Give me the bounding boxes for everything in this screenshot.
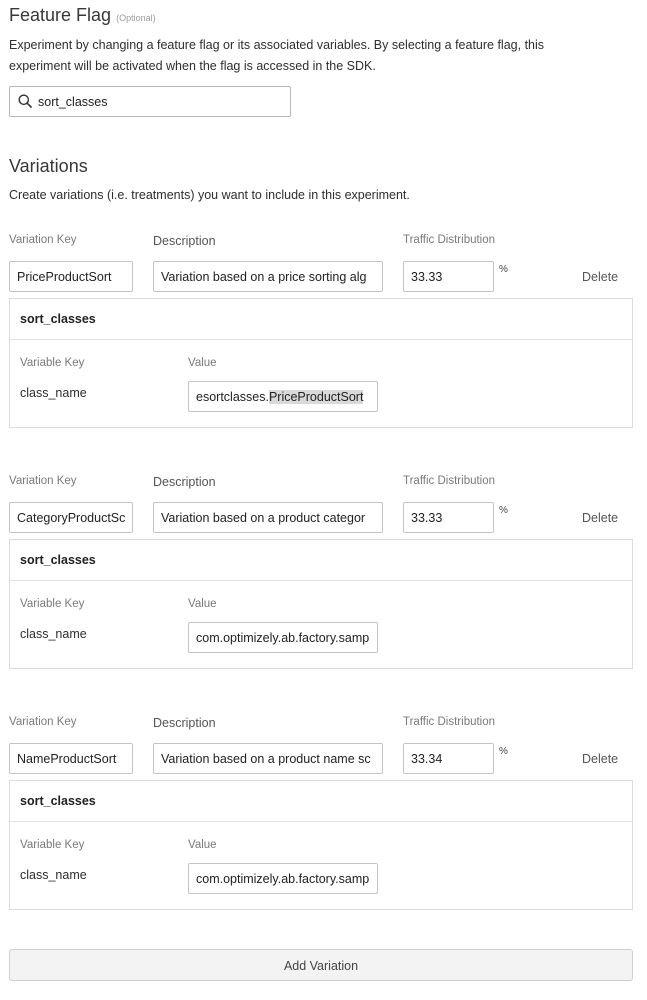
variable-key-label: Variable Key	[20, 598, 85, 610]
feature-flag-description: Experiment by changing a feature flag or…	[9, 35, 639, 77]
panel-flag-name: sort_classes	[20, 794, 96, 808]
variable-key-value: class_name	[20, 627, 87, 641]
panel-divider	[10, 339, 632, 340]
variations-title: Variations	[9, 156, 88, 176]
traffic-input[interactable]: 33.34	[403, 743, 494, 774]
percent-sign: %	[499, 505, 508, 516]
search-icon	[18, 94, 32, 113]
traffic-input[interactable]: 33.33	[403, 502, 494, 533]
flag-variables-panel: sort_classes Variable Key Value class_na…	[9, 539, 633, 669]
variable-key-value: class_name	[20, 868, 87, 882]
feature-flag-title: Feature Flag (Optional)	[9, 5, 156, 26]
panel-flag-name: sort_classes	[20, 553, 96, 567]
flag-variables-panel: sort_classes Variable Key Value class_na…	[9, 780, 633, 910]
panel-flag-name: sort_classes	[20, 312, 96, 326]
value-selected-text: PriceProductSort	[268, 390, 364, 404]
value-text: esortclasses.	[196, 390, 269, 404]
optional-tag: (Optional)	[116, 13, 156, 23]
search-value: sort_classes	[38, 95, 108, 109]
variation-description-input[interactable]: Variation based on a product name sc	[153, 743, 383, 774]
variation-key-input[interactable]: PriceProductSort	[9, 261, 133, 292]
variable-value-input[interactable]: esortclasses.PriceProductSort	[188, 381, 378, 412]
percent-sign: %	[499, 264, 508, 275]
traffic-distribution-label: Traffic Distribution	[403, 716, 496, 728]
percent-sign: %	[499, 746, 508, 757]
panel-divider	[10, 580, 632, 581]
description-label: Description	[153, 234, 216, 248]
description-label: Description	[153, 716, 216, 730]
delete-variation-button[interactable]: Delete	[582, 752, 618, 766]
feature-flag-description-line1: Experiment by changing a feature flag or…	[9, 38, 545, 52]
variation-key-label: Variation Key	[9, 475, 77, 487]
variable-key-label: Variable Key	[20, 839, 85, 851]
variable-value-input[interactable]: com.optimizely.ab.factory.samp	[188, 863, 378, 894]
variable-key-value: class_name	[20, 386, 87, 400]
traffic-distribution-label: Traffic Distribution	[403, 475, 496, 487]
variable-key-label: Variable Key	[20, 357, 85, 369]
value-label: Value	[188, 598, 217, 610]
delete-variation-button[interactable]: Delete	[582, 511, 618, 525]
flag-variables-panel: sort_classes Variable Key Value class_na…	[9, 298, 633, 428]
variations-description: Create variations (i.e. treatments) you …	[9, 188, 410, 202]
feature-flag-heading: Feature Flag	[9, 5, 112, 25]
panel-divider	[10, 821, 632, 822]
variation-key-label: Variation Key	[9, 234, 77, 246]
variation-description-input[interactable]: Variation based on a price sorting alg	[153, 261, 383, 292]
traffic-distribution-label: Traffic Distribution	[403, 234, 496, 246]
feature-flag-search-input[interactable]: sort_classes	[9, 86, 291, 117]
variation-key-label: Variation Key	[9, 716, 77, 728]
variation-description-input[interactable]: Variation based on a product categor	[153, 502, 383, 533]
delete-variation-button[interactable]: Delete	[582, 270, 618, 284]
add-variation-button[interactable]: Add Variation	[9, 949, 633, 981]
value-label: Value	[188, 357, 217, 369]
description-label: Description	[153, 475, 216, 489]
feature-flag-description-line2: experiment will be activated when the fl…	[9, 59, 376, 73]
variation-key-input[interactable]: NameProductSort	[9, 743, 133, 774]
variable-value-input[interactable]: com.optimizely.ab.factory.samp	[188, 622, 378, 653]
value-label: Value	[188, 839, 217, 851]
traffic-input[interactable]: 33.33	[403, 261, 494, 292]
variation-key-input[interactable]: CategoryProductSc	[9, 502, 133, 533]
